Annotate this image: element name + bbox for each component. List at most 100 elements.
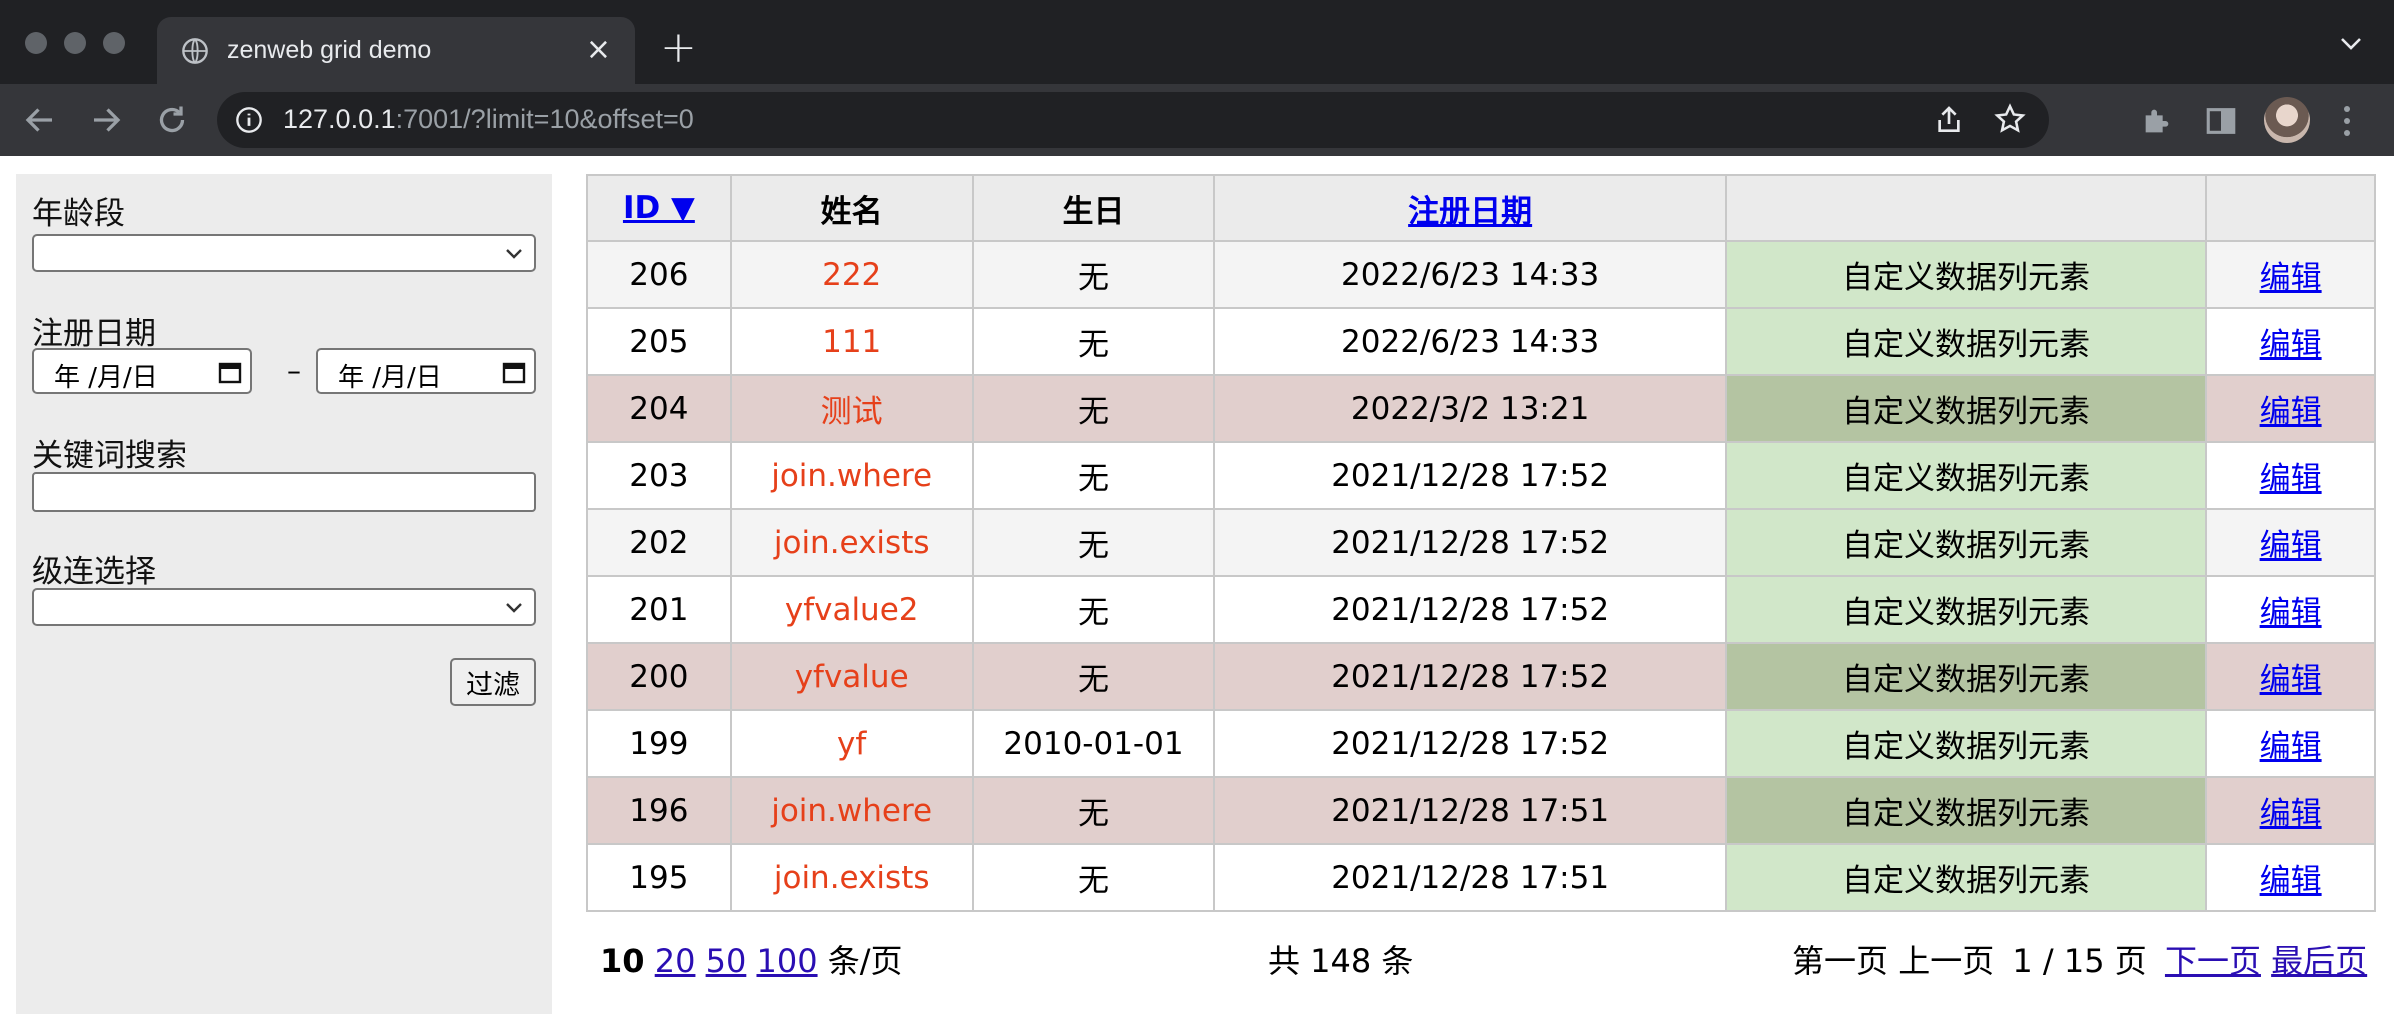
window-controls[interactable] bbox=[25, 32, 125, 54]
page-content: 年龄段 注册日期 年 /月/日 – 年 /月/日 关键词搜索 级连选择 过滤 I… bbox=[0, 156, 2394, 1014]
col-reg-date-header[interactable]: 注册日期 bbox=[1213, 174, 1727, 242]
cascade-label: 级连选择 bbox=[32, 554, 156, 590]
cell-action: 编辑 bbox=[2205, 374, 2376, 443]
cascade-select[interactable] bbox=[32, 588, 536, 626]
cell-birthday: 无 bbox=[971, 575, 1216, 644]
keyword-label: 关键词搜索 bbox=[32, 438, 187, 474]
col-action-header bbox=[2205, 174, 2376, 242]
cell-name: join.exists bbox=[729, 508, 974, 577]
cell-reg-date: 2021/12/28 17:51 bbox=[1213, 776, 1727, 845]
cell-reg-date: 2021/12/28 17:51 bbox=[1213, 843, 1727, 912]
edit-link[interactable]: 编辑 bbox=[2260, 595, 2322, 631]
edit-link[interactable]: 编辑 bbox=[2260, 260, 2322, 296]
edit-link[interactable]: 编辑 bbox=[2260, 863, 2322, 899]
edit-link[interactable]: 编辑 bbox=[2260, 461, 2322, 497]
cell-action: 编辑 bbox=[2205, 508, 2376, 577]
share-icon[interactable] bbox=[1933, 104, 1965, 136]
chevron-down-icon[interactable] bbox=[2338, 32, 2364, 54]
puzzle-icon[interactable] bbox=[2140, 104, 2174, 138]
col-custom-header bbox=[1724, 174, 2208, 242]
grid-header-row: ID ▼ 姓名 生日 注册日期 bbox=[586, 174, 2376, 242]
date-from-placeholder: 年 /月/日 bbox=[54, 363, 158, 393]
reload-icon[interactable] bbox=[154, 102, 190, 138]
side-panel-icon[interactable] bbox=[2204, 104, 2238, 138]
cell-custom: 自定义数据列元素 bbox=[1724, 843, 2208, 912]
table-row: 205 111 无 2022/6/23 14:33 自定义数据列元素 编辑 bbox=[586, 307, 2376, 376]
star-icon[interactable] bbox=[1993, 102, 2027, 136]
sort-by-reg-date-link[interactable]: 注册日期 bbox=[1408, 194, 1532, 230]
cell-name: 测试 bbox=[729, 374, 974, 443]
per-page-label: 条/页 bbox=[827, 942, 903, 980]
page-size-100-link[interactable]: 100 bbox=[756, 942, 817, 980]
keyword-input[interactable] bbox=[32, 472, 536, 512]
age-range-label: 年龄段 bbox=[32, 196, 125, 232]
cell-birthday: 2010-01-01 bbox=[971, 709, 1216, 778]
cell-birthday: 无 bbox=[971, 240, 1216, 309]
cell-birthday: 无 bbox=[971, 374, 1216, 443]
cell-id: 202 bbox=[586, 508, 732, 577]
back-arrow-icon[interactable] bbox=[22, 102, 58, 138]
cell-name: 111 bbox=[729, 307, 974, 376]
sort-by-id-link[interactable]: ID ▼ bbox=[623, 190, 695, 226]
table-row: 196 join.where 无 2021/12/28 17:51 自定义数据列… bbox=[586, 776, 2376, 845]
table-row: 195 join.exists 无 2021/12/28 17:51 自定义数据… bbox=[586, 843, 2376, 912]
page-size-50-link[interactable]: 50 bbox=[706, 942, 747, 980]
browser-tab[interactable]: zenweb grid demo × bbox=[157, 17, 635, 84]
page-size-20-link[interactable]: 20 bbox=[655, 942, 696, 980]
total-count: 共 148 条 bbox=[1268, 942, 1414, 980]
profile-avatar[interactable] bbox=[2264, 97, 2310, 143]
cell-custom: 自定义数据列元素 bbox=[1724, 709, 2208, 778]
new-tab-button[interactable]: + bbox=[660, 24, 697, 72]
col-id-header[interactable]: ID ▼ bbox=[586, 174, 732, 242]
cell-id: 204 bbox=[586, 374, 732, 443]
close-window-button[interactable] bbox=[25, 32, 47, 54]
browser-titlebar: zenweb grid demo × + bbox=[0, 0, 2394, 84]
edit-link[interactable]: 编辑 bbox=[2260, 394, 2322, 430]
next-page-link[interactable]: 下一页 bbox=[2165, 942, 2261, 980]
tab-title: zenweb grid demo bbox=[227, 36, 432, 64]
age-range-select[interactable] bbox=[32, 234, 536, 272]
forward-arrow-icon[interactable] bbox=[88, 102, 124, 138]
col-birthday-header: 生日 bbox=[971, 174, 1216, 242]
more-menu-icon[interactable] bbox=[2342, 104, 2352, 138]
address-bar[interactable]: 127.0.0.1:7001/?limit=10&offset=0 bbox=[217, 92, 2049, 148]
table-row: 200 yfvalue 无 2021/12/28 17:52 自定义数据列元素 … bbox=[586, 642, 2376, 711]
edit-link[interactable]: 编辑 bbox=[2260, 528, 2322, 564]
cell-id: 199 bbox=[586, 709, 732, 778]
cell-id: 200 bbox=[586, 642, 732, 711]
cell-id: 195 bbox=[586, 843, 732, 912]
info-icon[interactable] bbox=[235, 106, 263, 134]
cell-name: yf bbox=[729, 709, 974, 778]
page-size-current: 10 bbox=[600, 942, 645, 980]
edit-link[interactable]: 编辑 bbox=[2260, 796, 2322, 832]
table-row: 201 yfvalue2 无 2021/12/28 17:52 自定义数据列元素… bbox=[586, 575, 2376, 644]
first-page-text: 第一页 bbox=[1792, 942, 1889, 980]
cell-birthday: 无 bbox=[971, 642, 1216, 711]
date-to-input[interactable]: 年 /月/日 bbox=[316, 348, 536, 394]
reg-date-range: 年 /月/日 – 年 /月/日 bbox=[32, 348, 536, 394]
calendar-icon[interactable] bbox=[218, 360, 242, 384]
tab-close-icon[interactable]: × bbox=[586, 31, 611, 69]
url-text[interactable]: 127.0.0.1:7001/?limit=10&offset=0 bbox=[283, 104, 694, 135]
cell-birthday: 无 bbox=[971, 508, 1216, 577]
last-page-link[interactable]: 最后页 bbox=[2271, 942, 2367, 980]
filter-button[interactable]: 过滤 bbox=[450, 658, 536, 706]
cell-custom: 自定义数据列元素 bbox=[1724, 307, 2208, 376]
calendar-icon[interactable] bbox=[502, 360, 526, 384]
url-host: 127.0.0.1 bbox=[283, 104, 396, 134]
cell-action: 编辑 bbox=[2205, 307, 2376, 376]
cell-action: 编辑 bbox=[2205, 642, 2376, 711]
edit-link[interactable]: 编辑 bbox=[2260, 662, 2322, 698]
maximize-window-button[interactable] bbox=[103, 32, 125, 54]
chevron-down-icon bbox=[506, 603, 522, 613]
cell-id: 201 bbox=[586, 575, 732, 644]
cell-action: 编辑 bbox=[2205, 709, 2376, 778]
edit-link[interactable]: 编辑 bbox=[2260, 327, 2322, 363]
cell-birthday: 无 bbox=[971, 441, 1216, 510]
cell-custom: 自定义数据列元素 bbox=[1724, 575, 2208, 644]
edit-link[interactable]: 编辑 bbox=[2260, 729, 2322, 765]
date-from-input[interactable]: 年 /月/日 bbox=[32, 348, 252, 394]
url-path: :7001/?limit=10&offset=0 bbox=[395, 104, 694, 134]
cell-custom: 自定义数据列元素 bbox=[1724, 508, 2208, 577]
minimize-window-button[interactable] bbox=[64, 32, 86, 54]
